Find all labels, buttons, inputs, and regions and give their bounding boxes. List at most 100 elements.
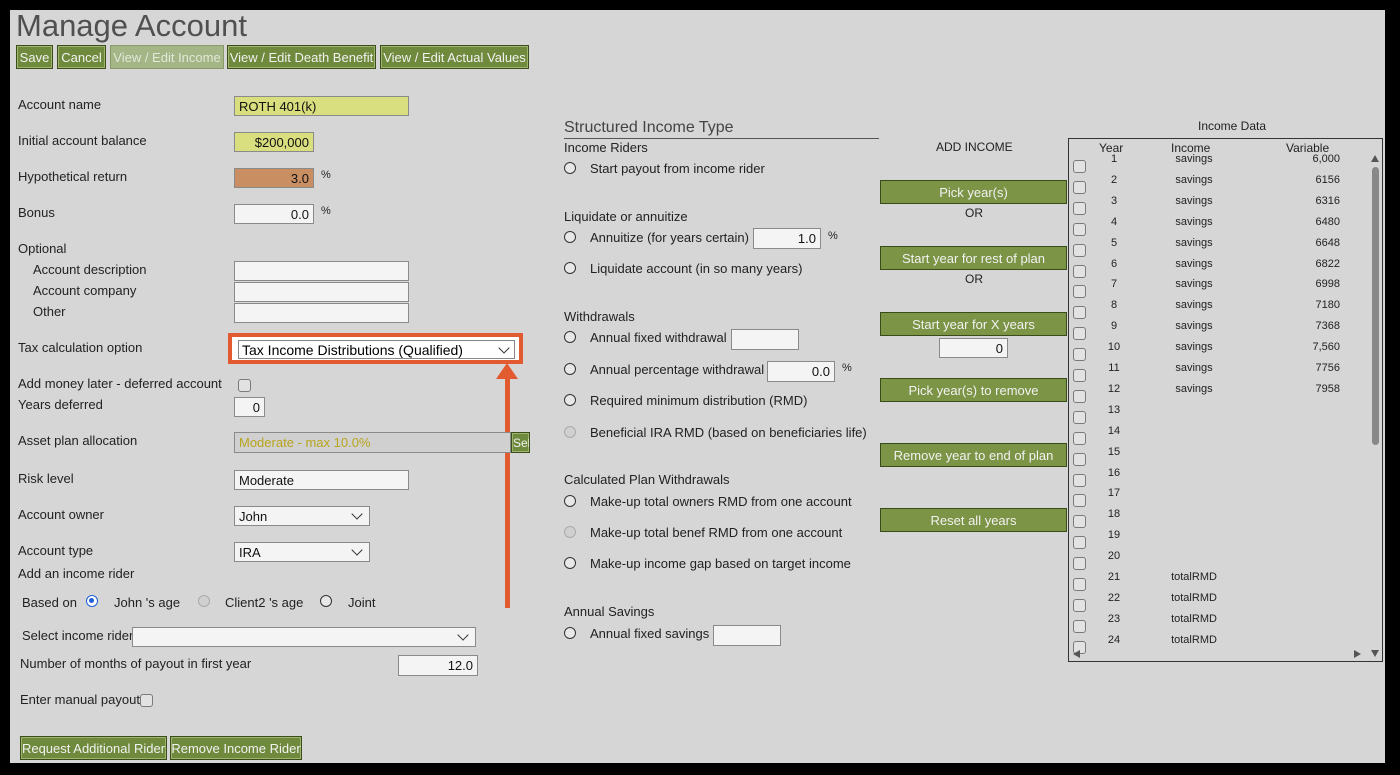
section-divider <box>564 138 879 139</box>
row-checkbox[interactable] <box>1073 327 1086 341</box>
owners-rmd-radio[interactable] <box>564 495 576 507</box>
liquidate-radio[interactable] <box>564 262 576 274</box>
view-edit-actual-values-button[interactable]: View / Edit Actual Values <box>380 45 529 69</box>
start-payout-radio[interactable] <box>564 162 576 174</box>
reset-all-years-button[interactable]: Reset all years <box>880 508 1067 532</box>
view-edit-income-button[interactable]: View / Edit Income <box>110 45 224 69</box>
start-year-rest-of-plan-button[interactable]: Start year for rest of plan <box>880 246 1067 270</box>
account-type-label: Account type <box>18 543 94 558</box>
initial-balance-input[interactable]: $200,000 <box>234 132 314 152</box>
row-checkbox[interactable] <box>1073 557 1086 571</box>
cancel-button[interactable]: Cancel <box>57 45 106 69</box>
chevron-down-icon <box>351 544 363 556</box>
view-edit-death-benefit-button[interactable]: View / Edit Death Benefit <box>227 45 376 69</box>
annuitize-radio[interactable] <box>564 231 576 243</box>
row-checkbox[interactable] <box>1073 285 1086 299</box>
row-checkbox[interactable] <box>1073 243 1086 257</box>
account-owner-select[interactable]: John <box>234 506 370 526</box>
row-year: 14 <box>1107 424 1121 437</box>
beneficial-ira-radio[interactable] <box>564 426 576 438</box>
row-checkbox[interactable] <box>1073 431 1086 445</box>
income-gap-radio[interactable] <box>564 557 576 569</box>
row-checkbox[interactable] <box>1073 348 1086 362</box>
account-company-input[interactable] <box>234 282 409 302</box>
fixed-withdrawal-input[interactable] <box>731 329 799 350</box>
row-year: 3 <box>1110 194 1118 207</box>
tax-option-select[interactable]: Tax Income Distributions (Qualified) <box>238 340 515 359</box>
select-income-rider-select[interactable] <box>132 627 476 647</box>
table-row: 18 <box>1069 508 1369 529</box>
row-checkbox[interactable] <box>1073 389 1086 403</box>
table-row: 16 <box>1069 467 1369 488</box>
row-checkbox[interactable] <box>1073 494 1086 508</box>
horizontal-scrollbar[interactable] <box>1073 649 1361 659</box>
account-name-input[interactable]: ROTH 401(k) <box>234 96 409 116</box>
save-button[interactable]: Save <box>16 45 53 69</box>
row-checkbox[interactable] <box>1073 180 1086 194</box>
row-checkbox[interactable] <box>1073 160 1086 173</box>
vertical-scrollbar[interactable] <box>1371 155 1380 657</box>
row-checkbox[interactable] <box>1073 473 1086 487</box>
beneficial-ira-label: Beneficial IRA RMD (based on beneficiari… <box>590 425 867 440</box>
percentage-withdrawal-radio[interactable] <box>564 363 576 375</box>
years-deferred-input[interactable]: 0 <box>234 397 265 417</box>
add-money-later-checkbox[interactable] <box>238 379 251 392</box>
x-years-input[interactable]: 0 <box>939 338 1008 358</box>
benef-rmd-radio[interactable] <box>564 526 576 538</box>
row-checkbox[interactable] <box>1073 619 1086 633</box>
fixed-withdrawal-radio[interactable] <box>564 331 576 343</box>
start-year-x-years-button[interactable]: Start year for X years <box>880 312 1067 336</box>
months-payout-input[interactable]: 12.0 <box>398 655 478 676</box>
hypothetical-return-input[interactable]: 3.0 <box>234 168 314 188</box>
based-on-client2-radio[interactable] <box>198 595 210 607</box>
annuitize-unit: % <box>828 230 838 242</box>
row-checkbox[interactable] <box>1073 452 1086 466</box>
tax-option-highlight: Tax Income Distributions (Qualified) <box>228 333 523 364</box>
pick-years-button[interactable]: Pick year(s) <box>880 180 1067 204</box>
account-description-input[interactable] <box>234 261 409 281</box>
row-checkbox[interactable] <box>1073 222 1086 236</box>
based-on-joint-radio[interactable] <box>320 595 332 607</box>
asset-plan-input[interactable]: Moderate - max 10.0% <box>234 432 511 453</box>
row-year: 24 <box>1107 633 1121 646</box>
fixed-savings-input[interactable] <box>713 625 781 646</box>
annuitize-input[interactable]: 1.0 <box>753 228 821 249</box>
remove-income-rider-button[interactable]: Remove Income Rider <box>170 736 302 760</box>
manual-payout-checkbox[interactable] <box>140 694 153 707</box>
row-checkbox[interactable] <box>1073 598 1086 612</box>
asset-plan-select-button[interactable]: Sel <box>511 432 530 453</box>
tax-option-value: Tax Income Distributions (Qualified) <box>242 341 463 358</box>
row-variable: 6316 <box>1315 194 1340 207</box>
annuitize-label: Annuitize (for years certain) <box>590 230 749 245</box>
hypothetical-return-unit: % <box>321 169 331 181</box>
row-year: 20 <box>1107 550 1121 563</box>
row-checkbox[interactable] <box>1073 536 1086 550</box>
row-checkbox[interactable] <box>1073 578 1086 591</box>
account-type-select[interactable]: IRA <box>234 542 370 562</box>
pick-years-to-remove-button[interactable]: Pick year(s) to remove <box>880 378 1067 402</box>
row-checkbox[interactable] <box>1073 369 1086 382</box>
risk-level-input[interactable]: Moderate <box>234 470 409 490</box>
based-on-john-radio[interactable] <box>86 595 98 607</box>
scroll-right-icon[interactable] <box>1354 650 1361 658</box>
scroll-up-icon[interactable] <box>1371 155 1379 162</box>
row-checkbox[interactable] <box>1073 306 1086 320</box>
row-checkbox[interactable] <box>1073 264 1086 278</box>
scroll-thumb[interactable] <box>1372 167 1379 445</box>
rmd-radio[interactable] <box>564 394 576 406</box>
percentage-withdrawal-input[interactable]: 0.0 <box>767 361 835 382</box>
fixed-savings-radio[interactable] <box>564 627 576 639</box>
account-name-label: Account name <box>18 97 102 112</box>
scroll-down-icon[interactable] <box>1371 650 1379 657</box>
row-year: 1 <box>1110 153 1118 165</box>
row-checkbox[interactable] <box>1073 410 1086 424</box>
remove-year-to-end-button[interactable]: Remove year to end of plan <box>880 443 1067 467</box>
account-description-label: Account description <box>33 262 147 277</box>
request-additional-rider-button[interactable]: Request Additional Rider <box>20 736 167 760</box>
based-on-john-label: John 's age <box>114 595 181 610</box>
scroll-left-icon[interactable] <box>1073 650 1080 658</box>
other-input[interactable] <box>234 303 409 323</box>
bonus-input[interactable]: 0.0 <box>234 204 314 224</box>
row-checkbox[interactable] <box>1073 201 1086 215</box>
row-checkbox[interactable] <box>1073 515 1086 529</box>
